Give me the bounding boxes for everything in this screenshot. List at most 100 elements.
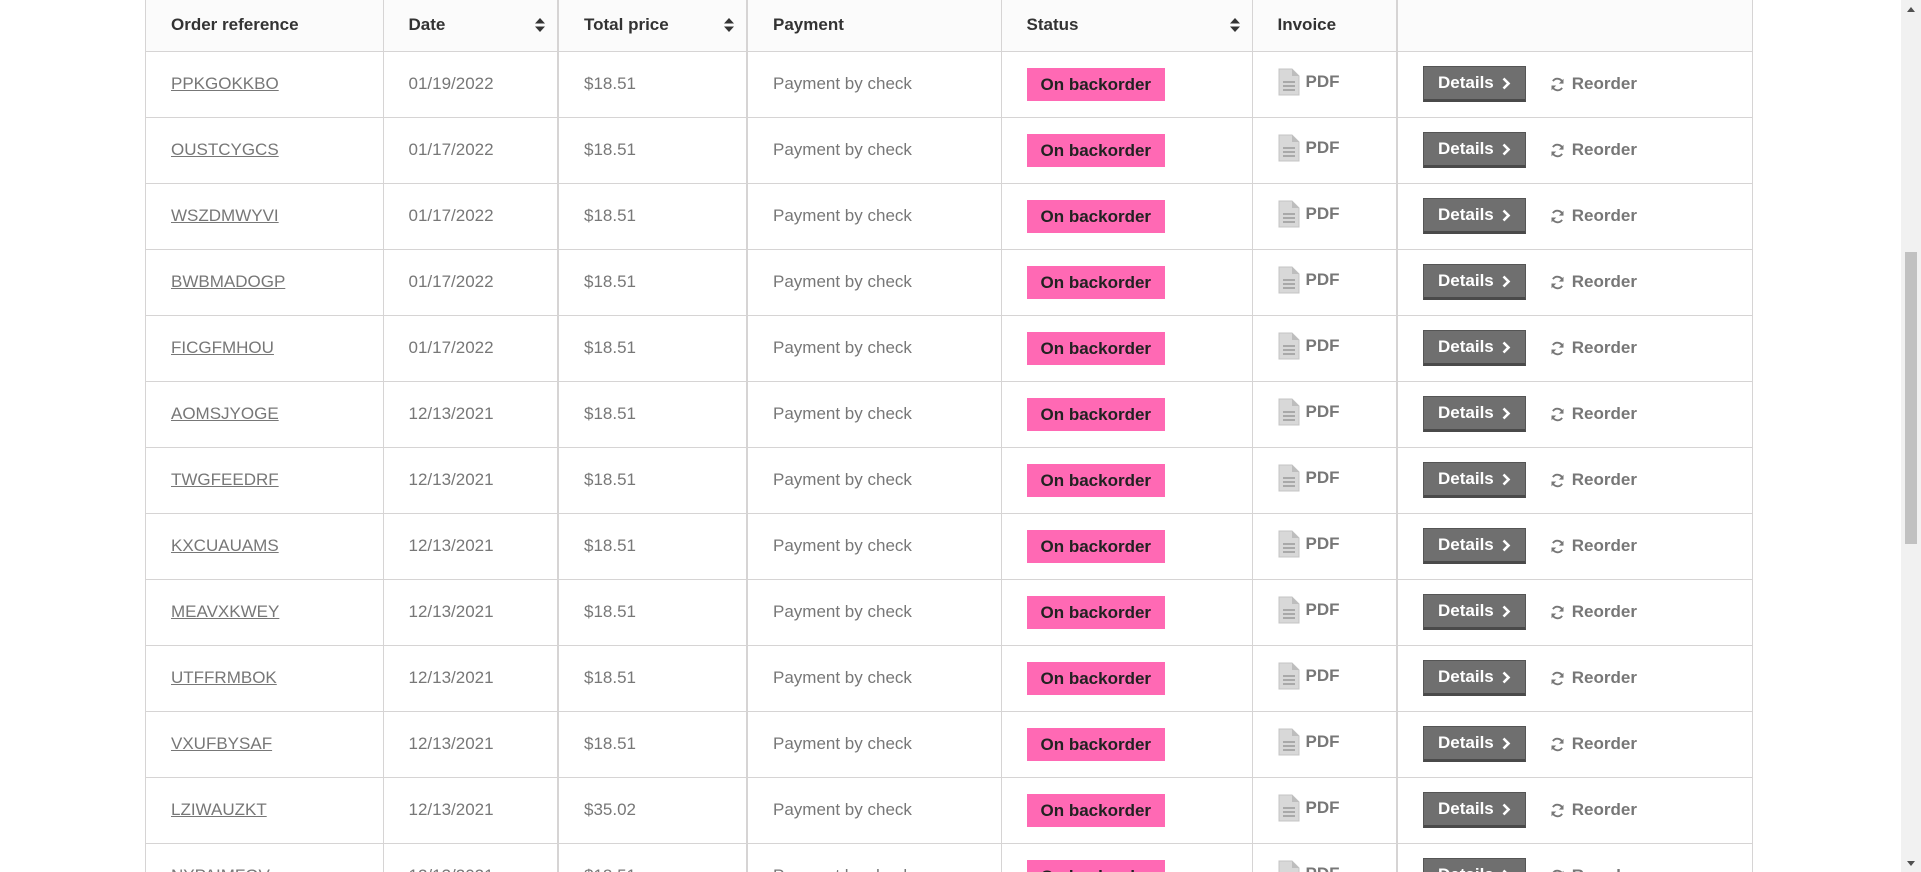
reorder-label: Reorder — [1571, 206, 1637, 225]
details-button[interactable]: Details — [1423, 396, 1526, 432]
details-button[interactable]: Details — [1423, 660, 1526, 696]
total-price-cell: $18.51 — [558, 315, 748, 382]
vertical-scrollbar[interactable] — [1901, 0, 1921, 872]
order-reference-link[interactable]: WSZDMWYVI — [171, 206, 279, 225]
status-badge: On backorder — [1026, 133, 1166, 167]
invoice-pdf-link[interactable]: PDF — [1278, 398, 1340, 426]
order-reference-link[interactable]: KXCUAUAMS — [171, 536, 279, 555]
details-button[interactable]: Details — [1423, 858, 1526, 872]
reorder-link[interactable]: Reorder — [1550, 866, 1637, 872]
order-reference-link[interactable]: LZIWAUZKT — [171, 800, 267, 819]
details-button[interactable]: Details — [1423, 792, 1526, 828]
order-reference-link[interactable]: UTFFRMBOK — [171, 668, 277, 687]
sort-icon[interactable] — [724, 18, 734, 33]
invoice-pdf-link[interactable]: PDF — [1278, 332, 1340, 360]
reorder-link[interactable]: Reorder — [1550, 470, 1637, 490]
order-reference-link[interactable]: NYPAIMFOV — [171, 866, 270, 872]
reorder-link[interactable]: Reorder — [1550, 206, 1637, 226]
invoice-pdf-link[interactable]: PDF — [1278, 860, 1340, 872]
actions-cell: Details Reorder — [1397, 645, 1752, 712]
table-row: OUSTCYGCS 01/17/2022 $18.51 Payment by c… — [146, 117, 1752, 184]
order-reference-link[interactable]: VXUFBYSAF — [171, 734, 272, 753]
details-button[interactable]: Details — [1423, 264, 1526, 300]
order-total-price: $18.51 — [584, 470, 636, 489]
invoice-pdf-link[interactable]: PDF — [1278, 68, 1340, 96]
details-button[interactable]: Details — [1423, 462, 1526, 498]
order-total-price: $18.51 — [584, 734, 636, 753]
header-status[interactable]: Status — [1001, 0, 1253, 52]
details-button[interactable]: Details — [1423, 66, 1526, 102]
header-total-price[interactable]: Total price — [558, 0, 748, 52]
status-cell: On backorder — [1001, 249, 1253, 316]
invoice-pdf-link[interactable]: PDF — [1278, 266, 1340, 294]
scrollbar-thumb[interactable] — [1905, 252, 1917, 544]
total-price-cell: $18.51 — [558, 843, 748, 872]
reorder-link[interactable]: Reorder — [1550, 800, 1637, 820]
details-button[interactable]: Details — [1423, 198, 1526, 234]
reorder-link[interactable]: Reorder — [1550, 734, 1637, 754]
payment-method: Payment by check — [773, 536, 912, 555]
pdf-label: PDF — [1305, 665, 1340, 685]
payment-method: Payment by check — [773, 140, 912, 159]
table-row: FICGFMHOU 01/17/2022 $18.51 Payment by c… — [146, 315, 1752, 382]
scroll-up-arrow-icon[interactable] — [1901, 0, 1921, 18]
reorder-link[interactable]: Reorder — [1550, 74, 1637, 94]
sort-icon[interactable] — [535, 18, 545, 33]
reorder-link[interactable]: Reorder — [1550, 668, 1637, 688]
header-invoice: Invoice — [1252, 0, 1398, 52]
reorder-link[interactable]: Reorder — [1550, 338, 1637, 358]
reorder-link[interactable]: Reorder — [1550, 602, 1637, 622]
order-reference-link[interactable]: AOMSJYOGE — [171, 404, 279, 423]
invoice-pdf-link[interactable]: PDF — [1278, 728, 1340, 756]
order-reference-link[interactable]: BWBMADOGP — [171, 272, 285, 291]
invoice-pdf-link[interactable]: PDF — [1278, 530, 1340, 558]
table-row: PPKGOKKBO 01/19/2022 $18.51 Payment by c… — [146, 51, 1752, 118]
details-button[interactable]: Details — [1423, 594, 1526, 630]
reorder-link[interactable]: Reorder — [1550, 272, 1637, 292]
row-actions: Details Reorder — [1423, 198, 1752, 234]
order-reference-link[interactable]: TWGFEEDRF — [171, 470, 279, 489]
reorder-link[interactable]: Reorder — [1550, 536, 1637, 556]
sort-icon[interactable] — [1229, 18, 1240, 33]
total-price-cell: $18.51 — [558, 381, 748, 448]
header-order-reference: Order reference — [146, 0, 384, 52]
file-icon — [1278, 596, 1299, 623]
details-button[interactable]: Details — [1423, 528, 1526, 564]
details-button[interactable]: Details — [1423, 726, 1526, 762]
invoice-pdf-link[interactable]: PDF — [1278, 662, 1340, 690]
refresh-icon — [1551, 209, 1564, 223]
order-reference-link[interactable]: PPKGOKKBO — [171, 74, 279, 93]
total-price-cell: $35.02 — [558, 777, 748, 844]
row-actions: Details Reorder — [1423, 330, 1752, 366]
chevron-right-icon — [1502, 341, 1511, 353]
order-reference-cell: MEAVXKWEY — [146, 579, 384, 646]
pdf-label: PDF — [1305, 467, 1340, 487]
invoice-pdf-link[interactable]: PDF — [1278, 794, 1340, 822]
status-badge: On backorder — [1026, 463, 1166, 497]
invoice-cell: PDF — [1252, 579, 1398, 646]
invoice-pdf-link[interactable]: PDF — [1278, 200, 1340, 228]
order-reference-link[interactable]: OUSTCYGCS — [171, 140, 279, 159]
chevron-right-icon — [1502, 407, 1511, 419]
status-cell: On backorder — [1001, 117, 1253, 184]
invoice-pdf-link[interactable]: PDF — [1278, 134, 1340, 162]
row-actions: Details Reorder — [1423, 396, 1752, 432]
order-date: 12/13/2021 — [408, 536, 494, 555]
actions-cell: Details Reorder — [1397, 183, 1752, 250]
details-button[interactable]: Details — [1423, 330, 1526, 366]
invoice-cell: PDF — [1252, 381, 1398, 448]
scroll-down-arrow-icon[interactable] — [1901, 854, 1921, 872]
payment-method: Payment by check — [773, 734, 912, 753]
invoice-pdf-link[interactable]: PDF — [1278, 464, 1340, 492]
invoice-pdf-link[interactable]: PDF — [1278, 596, 1340, 624]
refresh-icon — [1551, 341, 1564, 355]
details-button[interactable]: Details — [1423, 132, 1526, 168]
payment-cell: Payment by check — [747, 381, 1002, 448]
order-reference-link[interactable]: MEAVXKWEY — [171, 602, 279, 621]
reorder-link[interactable]: Reorder — [1550, 404, 1637, 424]
total-price-cell: $18.51 — [558, 447, 748, 514]
order-reference-link[interactable]: FICGFMHOU — [171, 338, 274, 357]
reorder-link[interactable]: Reorder — [1550, 140, 1637, 160]
order-date: 12/13/2021 — [409, 866, 494, 872]
header-date[interactable]: Date — [383, 0, 559, 52]
